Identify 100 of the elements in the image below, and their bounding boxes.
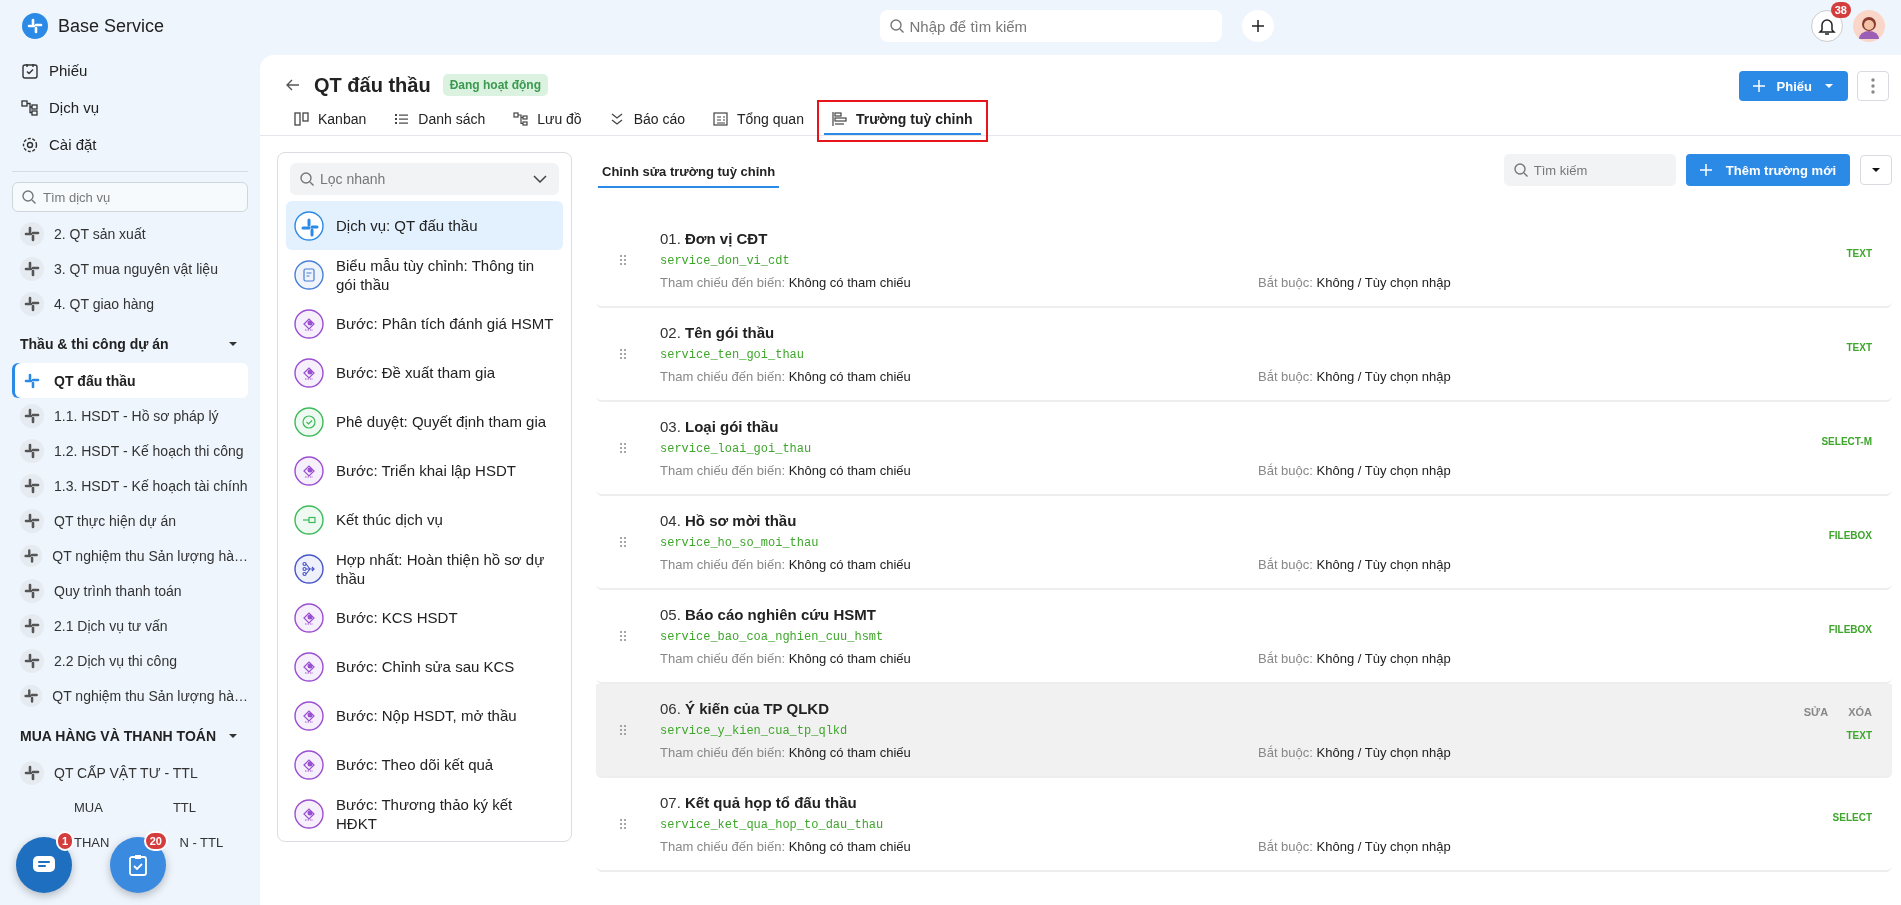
- step-item[interactable]: Bước: Thương thảo ký kết HĐKT: [286, 789, 563, 838]
- tab[interactable]: Báo cáo: [601, 107, 693, 135]
- service-item-text[interactable]: THAN: [74, 835, 110, 850]
- tab[interactable]: Lưu đồ: [505, 107, 590, 135]
- service-icon: [20, 508, 44, 533]
- tab[interactable]: Danh sách: [386, 107, 494, 135]
- search-field[interactable]: Tìm dịch vụ: [12, 182, 248, 212]
- step-item[interactable]: Biểu mẫu tùy chỉnh: Thông tin gói thầu: [286, 250, 563, 299]
- service-icon: [20, 438, 44, 463]
- field-name: 05. Báo cáo nghiên cứu HSMT: [660, 606, 877, 623]
- add-button[interactable]: [1241, 10, 1274, 42]
- search-icon: [1512, 162, 1529, 178]
- form-icon: [294, 259, 324, 290]
- step-item[interactable]: Hợp nhất: Hoàn thiện hồ sơ dự thầu: [286, 544, 563, 593]
- drag-handle-icon: [620, 537, 626, 547]
- avatar-icon: [1853, 10, 1885, 42]
- step-icon: [294, 651, 324, 682]
- service-item[interactable]: 3. QT mua nguyên vật liệu: [12, 251, 248, 286]
- step-item[interactable]: Kết thúc dịch vụ: [286, 495, 563, 544]
- nav-item[interactable]: Cài đặt: [12, 126, 248, 163]
- sub-tab[interactable]: Chỉnh sửa trường tuỳ chỉnh: [598, 156, 780, 188]
- plus-icon: [1752, 80, 1765, 92]
- service-item[interactable]: 2.2 Dịch vụ thi công: [12, 643, 248, 678]
- step-icon: [294, 798, 324, 829]
- step-item[interactable]: Bước: Triển khai lập HSDT: [286, 446, 563, 495]
- back-arrow-icon: [286, 79, 300, 91]
- step-item[interactable]: Bước: KCS HSDT: [286, 593, 563, 642]
- group-title: Thầu & thi công dự án: [20, 336, 169, 352]
- step-icon: [294, 357, 324, 388]
- service-item[interactable]: Quy trình thanh toán: [12, 573, 248, 608]
- field-code: service_loai_goi_thau: [660, 442, 813, 456]
- list-icon: [394, 111, 410, 127]
- group-header[interactable]: MUA HÀNG VÀ THANH TOÁN: [12, 717, 248, 755]
- drag-handle-icon: [620, 349, 626, 359]
- service-item[interactable]: 1.1. HSDT - Hồ sơ pháp lý: [12, 398, 248, 433]
- clipboard-check-icon: [21, 61, 39, 80]
- step-item[interactable]: Bước: Đề xuất tham gia: [286, 348, 563, 397]
- drag-handle-icon: [620, 255, 626, 265]
- field-row[interactable]: 04. Hồ sơ mời thầu service_ho_so_moi_thau Tham chiếu đến biến: Không có tham chiếu Bắt buộc: Không / Tùy chọn nhập FILEBOX: [596, 496, 1892, 590]
- service-item-text[interactable]: TTL: [172, 800, 196, 815]
- add-field-button[interactable]: Thêm trường mới: [1685, 154, 1850, 186]
- search-field[interactable]: Nhập để tìm kiếm: [879, 10, 1222, 42]
- step-item[interactable]: Bước: Phân tích đánh giá HSMT: [286, 299, 563, 348]
- step-icon: [294, 700, 324, 731]
- required-info: Bắt buộc: Không / Tùy chọn nhập: [1258, 369, 1452, 384]
- service-item[interactable]: 2. QT sản xuất: [12, 216, 248, 251]
- logo-icon: [294, 210, 324, 241]
- field-name: 02. Tên gói thầu: [660, 324, 776, 341]
- tab[interactable]: Tổng quan: [705, 107, 812, 135]
- tab[interactable]: Trường tuỳ chỉnh: [823, 107, 981, 135]
- nav-item[interactable]: Phiếu: [12, 52, 248, 89]
- field-code: service_ten_goi_thau: [660, 348, 806, 362]
- service-item[interactable]: 2.1 Dịch vụ tư vấn: [12, 608, 248, 643]
- step-item[interactable]: Bước: Chỉnh sửa sau KCS: [286, 642, 563, 691]
- field-row[interactable]: 03. Loại gói thầu service_loai_goi_thau Tham chiếu đến biến: Không có tham chiếu Bắt buộc: Không / Tùy chọn nhập SELECT-M: [596, 402, 1892, 496]
- service-item-text[interactable]: MUA: [74, 800, 103, 815]
- step-item[interactable]: Bước: Nộp HSDT, mở thầu: [286, 691, 563, 740]
- step-item[interactable]: Phê duyệt: Quyết định tham gia: [286, 397, 563, 446]
- chat-button[interactable]: [16, 837, 72, 893]
- search-field[interactable]: Tìm kiếm: [1503, 154, 1676, 186]
- service-icon: [20, 256, 44, 281]
- service-icon: [20, 683, 43, 708]
- service-item[interactable]: QT CẤP VẬT TƯ - TTL: [12, 755, 248, 790]
- field-code: service_ho_so_moi_thau: [660, 536, 820, 550]
- service-item[interactable]: 1.2. HSDT - Kế hoạch thi công: [12, 433, 248, 468]
- service-item[interactable]: QT đấu thầu: [12, 363, 248, 398]
- service-item[interactable]: 1.3. HSDT - Kế hoạch tài chính: [12, 468, 248, 503]
- clipboard-check-icon: [128, 854, 148, 876]
- tab[interactable]: Kanban: [286, 107, 375, 135]
- required-info: Bắt buộc: Không / Tùy chọn nhập: [1258, 745, 1452, 760]
- service-icon: [20, 403, 44, 428]
- new-ticket-button[interactable]: Phiếu: [1738, 71, 1848, 101]
- tasks-button[interactable]: [110, 837, 166, 893]
- required-info: Bắt buộc: Không / Tùy chọn nhập: [1258, 463, 1452, 478]
- columns-icon: [294, 111, 309, 127]
- service-item-text[interactable]: N - TTL: [179, 835, 224, 850]
- step-item[interactable]: Bước: Theo dõi kết quả: [286, 740, 563, 789]
- service-icon: [20, 291, 44, 316]
- step-icon: [294, 602, 324, 633]
- nav-item[interactable]: Dịch vụ: [12, 89, 248, 126]
- field-row[interactable]: 02. Tên gói thầu service_ten_goi_thau Tham chiếu đến biến: Không có tham chiếu Bắt buộc: Không / Tùy chọn nhập TEXT: [596, 308, 1892, 402]
- service-item[interactable]: QT thực hiện dự án: [12, 503, 248, 538]
- service-item[interactable]: QT nghiệm thu Sản lượng hà…: [12, 678, 248, 713]
- bell-icon: [1818, 16, 1836, 36]
- service-icon: [20, 613, 44, 638]
- check-circle-icon: [294, 406, 324, 437]
- caret-icon: [1824, 83, 1834, 89]
- field-row[interactable]: 07. Kết quả họp tổ đấu thầu service_ket_qua_hop_to_dau_thau Tham chiếu đến biến: Không có tham chiếu Bắt buộc: Không / Tùy chọn nhập SELECT: [596, 778, 1892, 872]
- step-icon: [294, 455, 324, 486]
- required-info: Bắt buộc: Không / Tùy chọn nhập: [1258, 839, 1452, 854]
- field-row[interactable]: 01. Đơn vị CĐT service_don_vi_cdt Tham chiếu đến biến: Không có tham chiếu Bắt buộc: Không / Tùy chọn nhập TEXT: [596, 214, 1892, 308]
- service-item[interactable]: QT nghiệm thu Sản lượng hà…: [12, 538, 248, 573]
- group-header[interactable]: Thầu & thi công dự án: [12, 325, 248, 363]
- step-item[interactable]: Dịch vụ: QT đấu thầu: [286, 201, 563, 250]
- service-item[interactable]: 4. QT giao hàng: [12, 286, 248, 321]
- plus-icon: [1250, 19, 1265, 33]
- filter-field[interactable]: Lọc nhanh: [290, 163, 559, 195]
- reference-info: Tham chiếu đến biến: Không có tham chiếu: [660, 463, 912, 478]
- field-type: TEXT: [1846, 341, 1872, 353]
- dropdown-button[interactable]: [1860, 155, 1892, 185]
